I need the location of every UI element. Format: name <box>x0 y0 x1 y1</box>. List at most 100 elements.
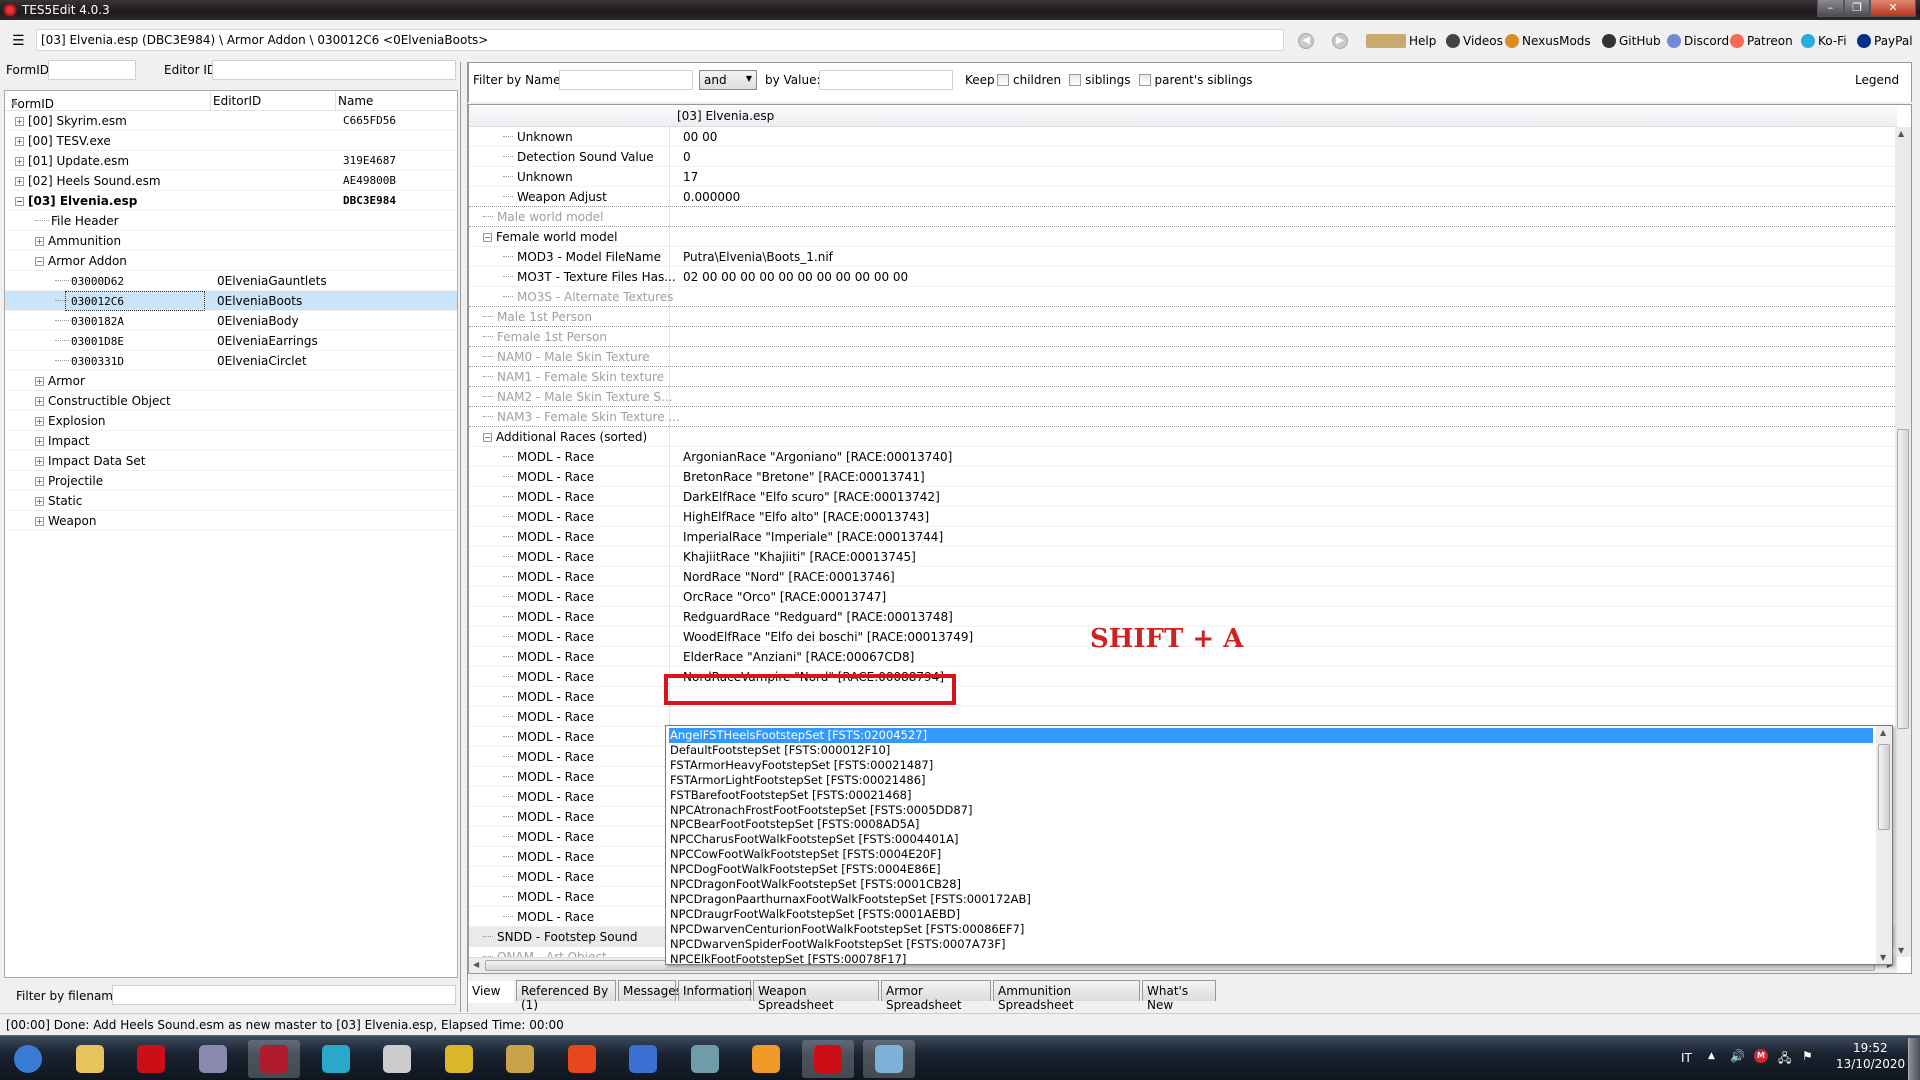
taskbar-shape-app[interactable] <box>494 1040 546 1078</box>
collapse-icon[interactable]: − <box>35 257 44 266</box>
expand-icon[interactable]: + <box>35 417 44 426</box>
grid-row[interactable]: MODL - Race DarkElfRace "Elfo scuro" [RAC… <box>469 487 1897 507</box>
grid-row[interactable]: Female 1st Person <box>469 327 1897 347</box>
dropdown-scroll-down-icon[interactable]: ▼ <box>1880 953 1886 962</box>
checkbox-icon[interactable] <box>997 74 1009 86</box>
grid-row[interactable]: MODL - Race BretonRace "Bretone" [RACE:00… <box>469 467 1897 487</box>
collapse-icon[interactable]: − <box>483 233 492 242</box>
taskbar-audio-app[interactable] <box>371 1040 423 1078</box>
grid-vertical-scrollbar[interactable]: ▲ ▼ <box>1895 127 1911 957</box>
scroll-thumb[interactable] <box>1897 429 1909 729</box>
grid-row[interactable]: Unknown 00 00 <box>469 127 1897 147</box>
keep-checkbox-children[interactable]: children <box>997 73 1061 87</box>
grid-row[interactable]: MODL - Race OrcRace "Orco" [RACE:00013747… <box>469 587 1897 607</box>
expand-icon[interactable]: + <box>35 397 44 406</box>
tree-row[interactable]: + Ammunition <box>5 231 457 251</box>
taskbar-paint-app[interactable] <box>863 1040 915 1078</box>
grid-row[interactable]: Detection Sound Value 0 <box>469 147 1897 167</box>
expand-icon[interactable]: + <box>15 137 24 146</box>
tree-row[interactable]: − Armor Addon <box>5 251 457 271</box>
dropdown-scrollbar[interactable]: ▲ ▼ <box>1876 726 1892 964</box>
tree-row[interactable]: + Armor <box>5 371 457 391</box>
taskbar-opera-2[interactable] <box>801 1040 854 1078</box>
tree-row[interactable]: + Projectile <box>5 471 457 491</box>
grid-row[interactable]: MODL - Race ImperialRace "Imperiale" [RAC… <box>469 527 1897 547</box>
minimize-button[interactable]: – <box>1817 0 1844 17</box>
expand-icon[interactable]: + <box>35 457 44 466</box>
dropdown-option[interactable]: NPCElkFootFootstepSet [FSTS:00078F17] <box>669 952 906 967</box>
keep-checkbox-parent-s-siblings[interactable]: parent's siblings <box>1138 73 1253 87</box>
tab-ammunition-spreadsheet[interactable]: Ammunition Spreadsheet <box>993 980 1140 1012</box>
scroll-up-icon[interactable]: ▲ <box>1898 129 1904 138</box>
checkbox-icon[interactable] <box>1069 74 1082 86</box>
tray-expand-icon[interactable]: ▲ <box>1708 1051 1715 1061</box>
taskbar-x-app[interactable] <box>740 1040 792 1078</box>
tree-row[interactable]: 03001D8E 0ElveniaEarrings <box>5 331 457 351</box>
tree-row[interactable]: + Impact <box>5 431 457 451</box>
grid-row[interactable]: MODL - Race KhajiitRace "Khajiiti" [RACE:… <box>469 547 1897 567</box>
dropdown-option[interactable]: AngelFSTHeelsFootstepSet [FSTS:02004527] <box>669 728 1873 743</box>
dropdown-scroll-up-icon[interactable]: ▲ <box>1880 728 1886 737</box>
tab-view[interactable]: View <box>468 981 514 1003</box>
clock-time[interactable]: 19:52 <box>1853 1041 1888 1055</box>
expand-icon[interactable]: + <box>35 517 44 526</box>
link-kofi[interactable]: Ko-Fi <box>1801 34 1847 48</box>
tree-row[interactable]: 0300331D 0ElveniaCirclet <box>5 351 457 371</box>
scroll-down-icon[interactable]: ▼ <box>1898 946 1904 955</box>
taskbar-explorer[interactable] <box>64 1040 116 1078</box>
tab-armor-spreadsheet[interactable]: Armor Spreadsheet <box>881 980 991 1012</box>
grid-row[interactable]: MOD3 - Model FileName Putra\Elvenia\Boots… <box>469 247 1897 267</box>
link-videos[interactable]: Videos <box>1446 34 1503 48</box>
collapse-icon[interactable]: − <box>15 197 24 206</box>
grid-row[interactable]: Unknown 17 <box>469 167 1897 187</box>
dropdown-option[interactable]: NPCDwarvenCenturionFootWalkFootstepSet [… <box>669 922 1024 937</box>
tree-row[interactable]: + [01] Update.esm 319E4687 <box>5 151 457 171</box>
tree-row[interactable]: + Constructible Object <box>5 391 457 411</box>
tab-information[interactable]: Information <box>678 980 752 1001</box>
dropdown-option[interactable]: FSTBarefootFootstepSet [FSTS:00021468] <box>669 788 911 803</box>
forward-icon[interactable]: ▶ <box>1332 33 1348 49</box>
link-help[interactable]: Help <box>1366 34 1436 48</box>
grid-row[interactable]: − Additional Races (sorted) <box>469 427 1897 447</box>
dropdown-option[interactable]: NPCCowFootWalkFootstepSet [FSTS:0004E20F… <box>669 847 941 862</box>
tree-row[interactable]: 030012C6 0ElveniaBoots <box>5 291 457 311</box>
editorid-input[interactable] <box>212 60 456 80</box>
link-github[interactable]: GitHub <box>1602 34 1661 48</box>
taskbar-ffdec[interactable] <box>617 1040 669 1078</box>
legend-button[interactable]: Legend <box>1855 73 1899 87</box>
back-icon[interactable]: ◀ <box>1298 33 1314 49</box>
expand-icon[interactable]: + <box>35 237 44 246</box>
link-nexusmods[interactable]: NexusMods <box>1505 34 1591 48</box>
mega-icon[interactable]: M <box>1754 1049 1768 1063</box>
grid-column-plugin[interactable]: [03] Elvenia.esp <box>677 109 774 123</box>
taskbar-music-app[interactable] <box>310 1040 362 1078</box>
grid-row[interactable]: NAM2 - Male Skin Texture S... <box>469 387 1897 407</box>
tree-row[interactable]: File Header <box>5 211 457 231</box>
keep-checkbox-siblings[interactable]: siblings <box>1069 73 1131 87</box>
taskbar-start-button[interactable] <box>2 1040 54 1078</box>
grid-row[interactable]: MODL - Race ArgonianRace "Argoniano" [RAC… <box>469 447 1897 467</box>
grid-row[interactable]: NAM3 - Female Skin Texture ... <box>469 407 1897 427</box>
dropdown-option[interactable]: NPCCharusFootWalkFootstepSet [FSTS:00044… <box>669 832 958 847</box>
tree-row[interactable]: 03000D62 0ElveniaGauntlets <box>5 271 457 291</box>
expand-icon[interactable]: + <box>15 177 24 186</box>
taskbar-archive-app[interactable] <box>433 1040 485 1078</box>
close-button[interactable]: ✕ <box>1870 0 1916 17</box>
tree-row[interactable]: 0300182A 0ElveniaBody <box>5 311 457 331</box>
tree-row[interactable]: + Explosion <box>5 411 457 431</box>
tab-what-s-new[interactable]: What's New <box>1142 980 1216 1012</box>
tree-row[interactable]: + Impact Data Set <box>5 451 457 471</box>
dropdown-option[interactable]: NPCBearFootFootstepSet [FSTS:0008AD5A] <box>669 817 919 832</box>
link-patreon[interactable]: Patreon <box>1730 34 1793 48</box>
taskbar-monitor-app[interactable] <box>187 1040 239 1078</box>
show-desktop-button[interactable] <box>1908 1038 1920 1080</box>
grid-row[interactable]: − Female world model <box>469 227 1897 247</box>
dropdown-option[interactable]: NPCDraugrFootWalkFootstepSet [FSTS:0001A… <box>669 907 960 922</box>
pane-splitter[interactable] <box>460 62 468 1012</box>
link-paypal[interactable]: PayPal <box>1857 34 1913 48</box>
grid-row[interactable]: MODL - Race <box>469 707 1897 727</box>
tree-row[interactable]: + [00] Skyrim.esm C665FD56 <box>5 111 457 131</box>
maximize-button[interactable]: ❐ <box>1844 0 1870 17</box>
formid-input[interactable] <box>48 60 136 80</box>
column-editorid[interactable]: EditorID <box>213 94 261 108</box>
